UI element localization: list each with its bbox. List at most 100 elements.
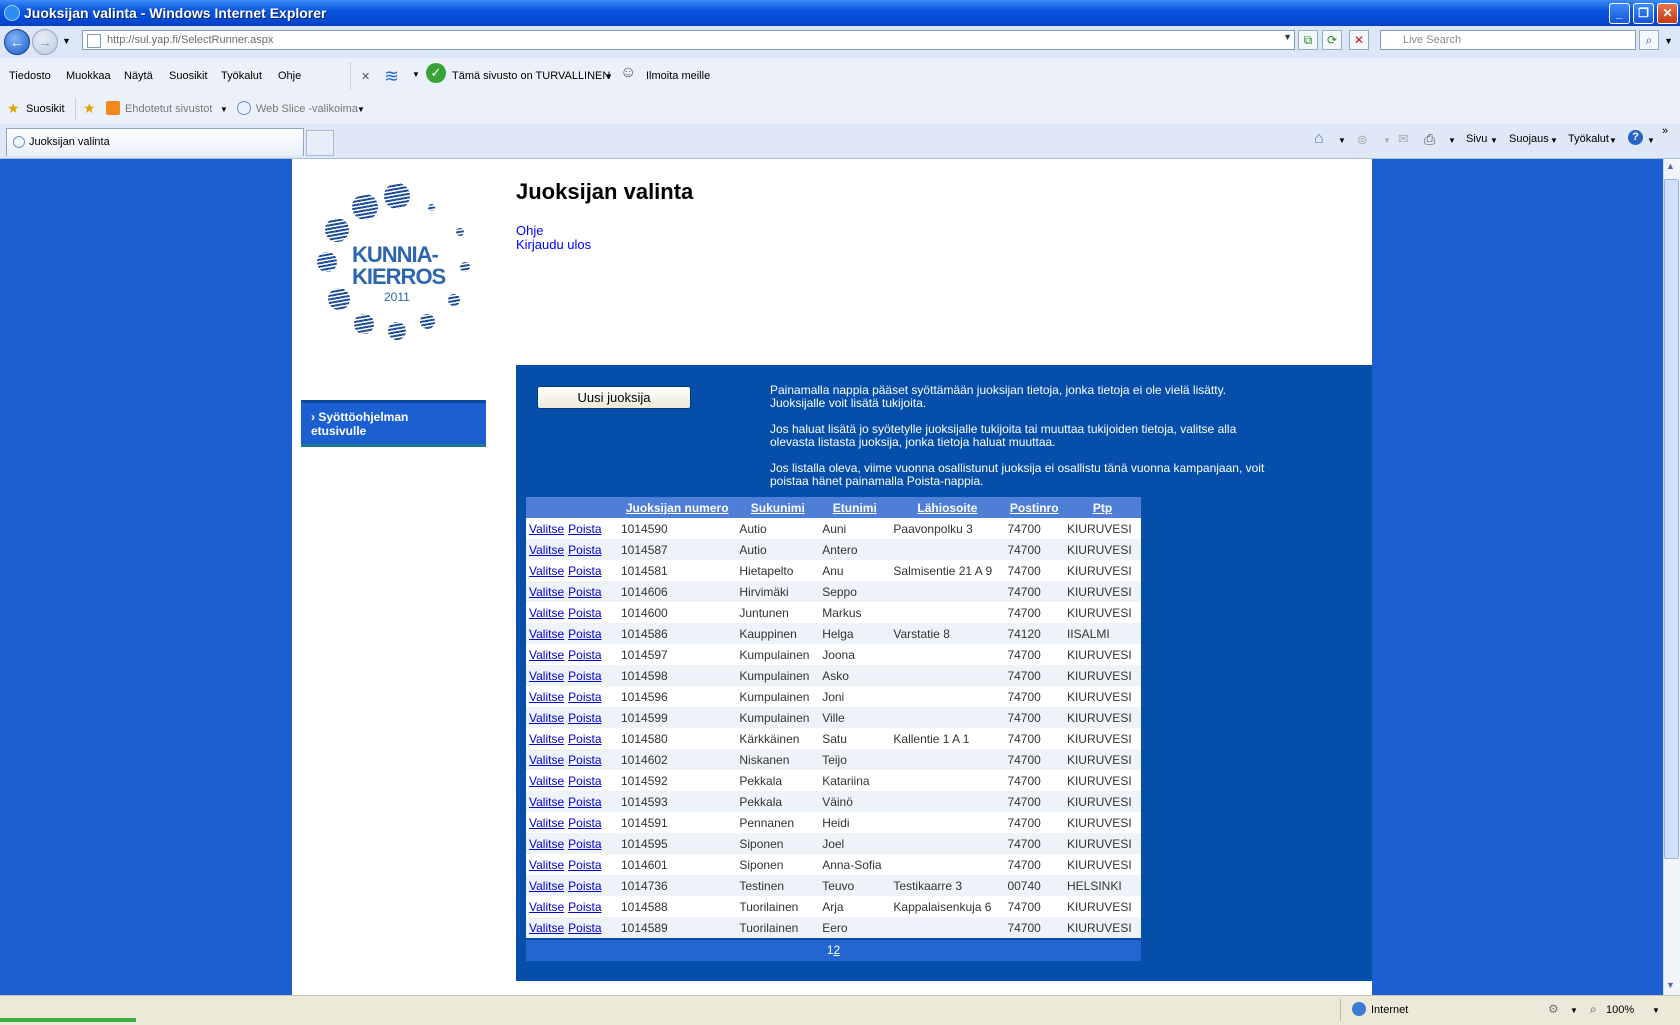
secure-site-label[interactable]: Tämä sivusto on TURVALLINEN [452, 70, 610, 82]
delete-link[interactable]: Poista [568, 921, 601, 935]
select-link[interactable]: Valitse [529, 732, 564, 746]
page-menu-dropdown-icon[interactable]: ▼ [1490, 136, 1498, 145]
select-link[interactable]: Valitse [529, 690, 564, 704]
tools-menu-dropdown-icon[interactable]: ▼ [1609, 136, 1617, 145]
select-link[interactable]: Valitse [529, 627, 564, 641]
url-dropdown-icon[interactable]: ▼ [1283, 32, 1292, 42]
tools-menu[interactable]: Työkalut [1568, 133, 1609, 145]
webslice-link[interactable]: Web Slice -valikoima [256, 103, 358, 115]
refresh-icon[interactable]: ⟳ [1322, 30, 1342, 50]
zoom-level[interactable]: 100% [1606, 1004, 1634, 1016]
toolbar-close-icon[interactable]: ✕ [361, 70, 370, 83]
safety-menu-dropdown-icon[interactable]: ▼ [1550, 136, 1558, 145]
tab-current[interactable]: Juoksijan valinta [6, 128, 304, 156]
header-address[interactable]: Lähiosoite [890, 497, 1005, 518]
select-link[interactable]: Valitse [529, 606, 564, 620]
url-field[interactable]: http://sul.yap.fi/SelectRunner.aspx ▼ [82, 30, 1295, 50]
select-link[interactable]: Valitse [529, 522, 564, 536]
delete-link[interactable]: Poista [568, 900, 601, 914]
delete-link[interactable]: Poista [568, 732, 601, 746]
scroll-down-icon[interactable]: ▼ [1666, 980, 1675, 990]
select-link[interactable]: Valitse [529, 564, 564, 578]
delete-link[interactable]: Poista [568, 753, 601, 767]
menu-file[interactable]: Tiedosto [9, 70, 51, 82]
help-icon[interactable]: ? [1628, 130, 1643, 145]
select-link[interactable]: Valitse [529, 858, 564, 872]
delete-link[interactable]: Poista [568, 837, 601, 851]
select-link[interactable]: Valitse [529, 921, 564, 935]
back-button[interactable]: ← [4, 29, 30, 55]
search-options-icon[interactable]: ▼ [1664, 36, 1673, 46]
delete-link[interactable]: Poista [568, 711, 601, 725]
history-dropdown-icon[interactable]: ▼ [62, 36, 71, 46]
delete-link[interactable]: Poista [568, 606, 601, 620]
compat-view-icon[interactable]: ⧉ [1298, 30, 1318, 50]
menu-help[interactable]: Ohje [278, 70, 301, 82]
header-firstname[interactable]: Etunimi [819, 497, 891, 518]
scrollbar-thumb[interactable] [1664, 179, 1679, 859]
close-button[interactable]: ✕ [1657, 3, 1678, 24]
suggested-dropdown-icon[interactable]: ▼ [220, 105, 228, 114]
favorites-button[interactable]: Suosikit [26, 103, 65, 115]
header-postcode[interactable]: Postinro [1004, 497, 1064, 518]
webslice-dropdown-icon[interactable]: ▼ [357, 105, 365, 114]
new-tab-button[interactable] [306, 130, 334, 156]
select-link[interactable]: Valitse [529, 543, 564, 557]
print-dropdown-icon[interactable]: ▼ [1448, 136, 1456, 145]
select-link[interactable]: Valitse [529, 879, 564, 893]
suggested-sites-link[interactable]: Ehdotetut sivustot [125, 103, 212, 115]
home-icon[interactable]: ⌂ [1314, 130, 1324, 148]
chevron-right-icon[interactable]: » [1662, 125, 1668, 137]
delete-link[interactable]: Poista [568, 774, 601, 788]
report-link[interactable]: Ilmoita meille [646, 70, 710, 82]
wifi-icon[interactable]: ≋ [384, 66, 399, 87]
stop-icon[interactable]: ✕ [1349, 30, 1369, 50]
delete-link[interactable]: Poista [568, 627, 601, 641]
select-link[interactable]: Valitse [529, 648, 564, 662]
header-lastname[interactable]: Sukunimi [736, 497, 820, 518]
select-link[interactable]: Valitse [529, 669, 564, 683]
print-icon[interactable]: ⎙ [1424, 131, 1435, 148]
forward-button[interactable]: → [32, 29, 58, 55]
zoom-dropdown-icon[interactable]: ▼ [1652, 1006, 1660, 1015]
delete-link[interactable]: Poista [568, 585, 601, 599]
feeds-dropdown-icon[interactable]: ▼ [1383, 136, 1391, 145]
select-link[interactable]: Valitse [529, 774, 564, 788]
maximize-button[interactable]: ❐ [1633, 3, 1654, 24]
delete-link[interactable]: Poista [568, 669, 601, 683]
secure-dropdown-icon[interactable]: ▼ [605, 72, 613, 81]
select-link[interactable]: Valitse [529, 753, 564, 767]
page-menu[interactable]: Sivu [1466, 133, 1487, 145]
safety-menu[interactable]: Suojaus [1509, 133, 1549, 145]
header-runner-number[interactable]: Juoksijan numero [618, 497, 737, 518]
search-icon[interactable]: ⌕ [1639, 30, 1659, 50]
minimize-button[interactable]: _ [1609, 3, 1630, 24]
zoom-icon[interactable]: ⌕ [1590, 1002, 1597, 1017]
feeds-icon[interactable]: ⊚ [1357, 132, 1368, 148]
help-link[interactable]: Ohje [516, 223, 543, 238]
protected-dropdown-icon[interactable]: ▼ [1570, 1006, 1578, 1015]
delete-link[interactable]: Poista [568, 879, 601, 893]
delete-link[interactable]: Poista [568, 795, 601, 809]
home-dropdown-icon[interactable]: ▼ [1338, 136, 1346, 145]
new-runner-button[interactable]: Uusi juoksija [537, 386, 691, 409]
header-city[interactable]: Ptp [1063, 497, 1141, 518]
menu-favorites[interactable]: Suosikit [169, 70, 208, 82]
delete-link[interactable]: Poista [568, 648, 601, 662]
mail-icon[interactable]: ✉ [1398, 131, 1409, 147]
protected-mode-icon[interactable]: ⚙ [1548, 1002, 1559, 1016]
logout-link[interactable]: Kirjaudu ulos [516, 237, 591, 252]
delete-link[interactable]: Poista [568, 690, 601, 704]
select-link[interactable]: Valitse [529, 711, 564, 725]
delete-link[interactable]: Poista [568, 858, 601, 872]
help-dropdown-icon[interactable]: ▼ [1647, 136, 1655, 145]
select-link[interactable]: Valitse [529, 795, 564, 809]
menu-edit[interactable]: Muokkaa [66, 70, 111, 82]
menu-tools[interactable]: Työkalut [221, 70, 262, 82]
select-link[interactable]: Valitse [529, 900, 564, 914]
select-link[interactable]: Valitse [529, 585, 564, 599]
select-link[interactable]: Valitse [529, 816, 564, 830]
pager-next[interactable]: 2 [834, 943, 841, 957]
menu-view[interactable]: Näytä [124, 70, 153, 82]
search-input[interactable]: Live Search [1380, 30, 1636, 50]
